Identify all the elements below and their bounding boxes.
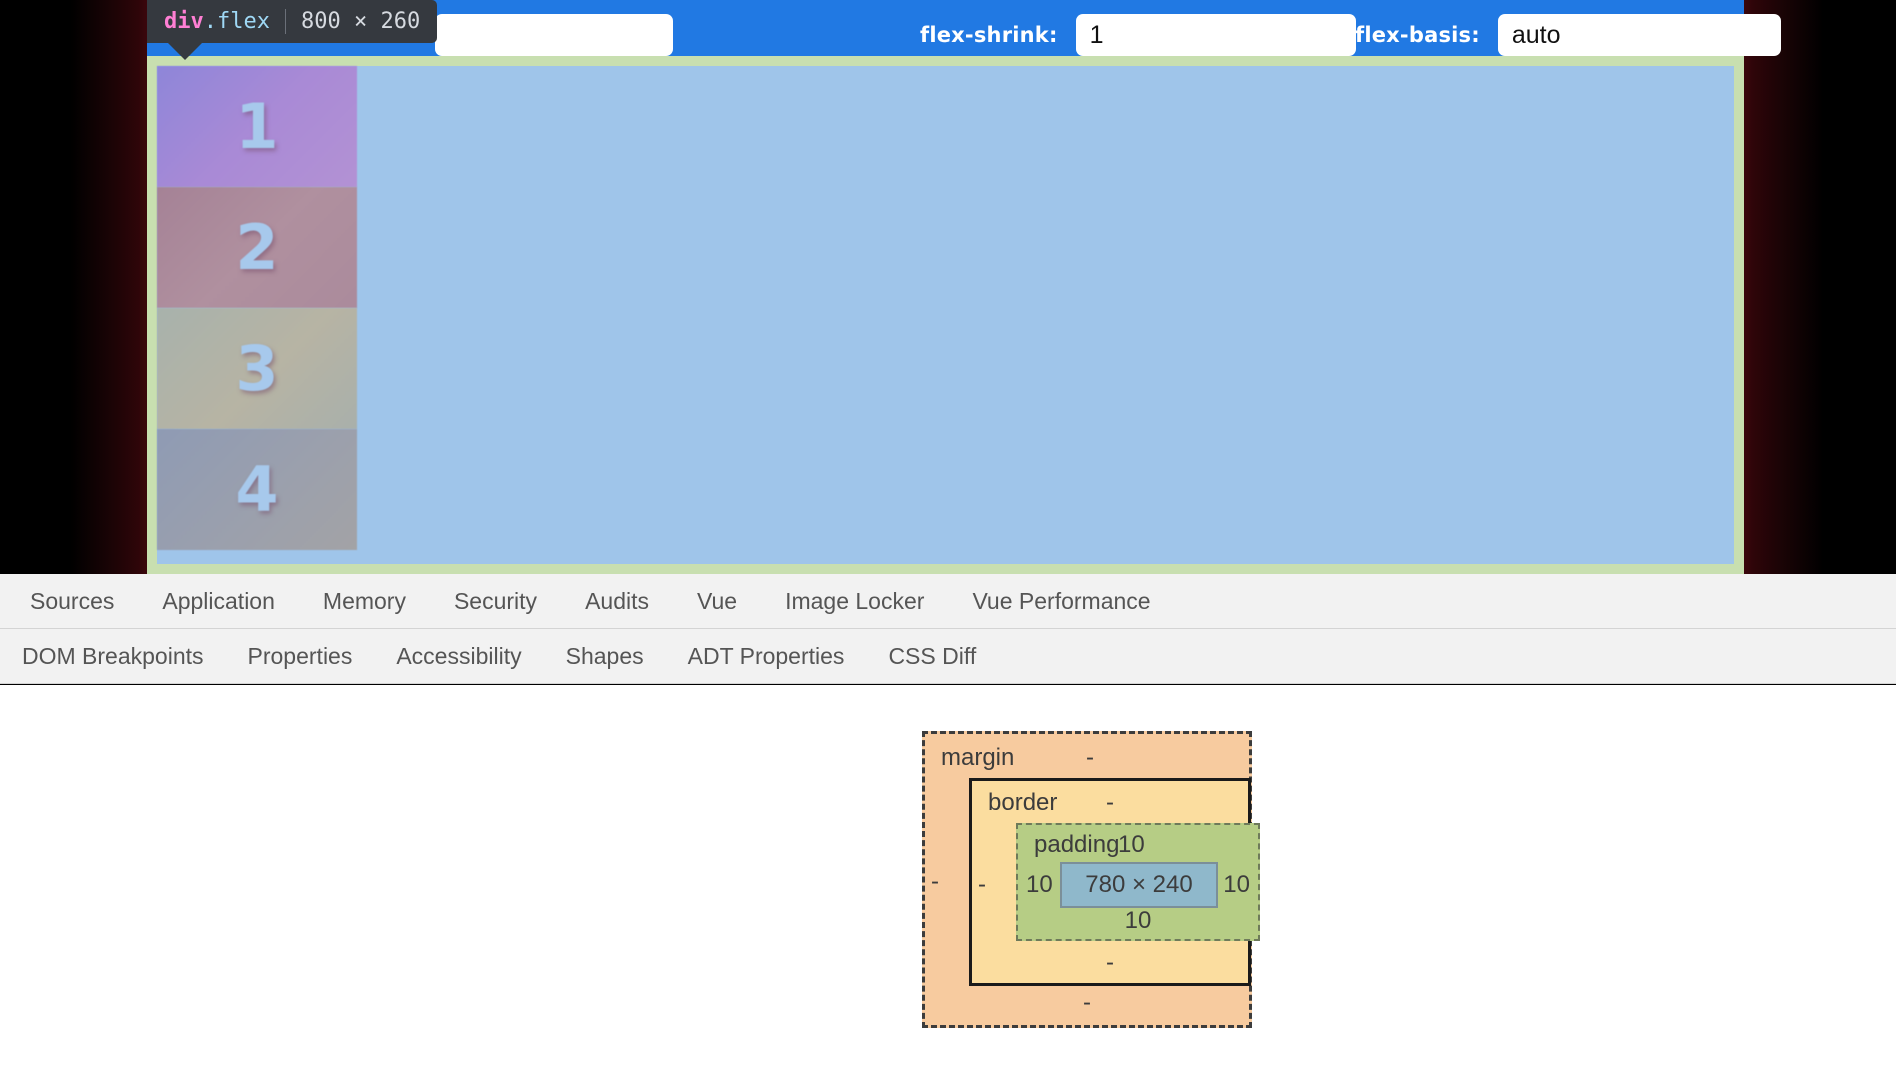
flex-item[interactable]: 1 bbox=[157, 66, 357, 187]
tab-css-diff[interactable]: CSS Diff bbox=[888, 643, 976, 670]
flex-content-box: 1 2 3 4 bbox=[157, 66, 1734, 564]
box-model-border-layer[interactable]: border - - - - padding 10 10 10 10 780 ×… bbox=[969, 778, 1260, 986]
tooltip-tag-name: div bbox=[164, 9, 204, 34]
tab-shapes[interactable]: Shapes bbox=[566, 643, 644, 670]
tooltip-dimensions: 800 × 260 bbox=[300, 9, 421, 34]
padding-bottom-value[interactable]: 10 bbox=[1018, 907, 1258, 935]
flex-shrink-label: flex-shrink: bbox=[920, 23, 1058, 47]
margin-bottom-value[interactable]: - bbox=[925, 989, 1249, 1017]
inspected-page-viewport: flex-shrink: flex-basis: div.flex 800 × … bbox=[0, 0, 1896, 574]
flex-item[interactable]: 3 bbox=[157, 308, 357, 429]
flex-item-label: 3 bbox=[235, 332, 279, 405]
tab-sources[interactable]: Sources bbox=[30, 588, 114, 615]
devtools-sidebar-tabs: DOM Breakpoints Properties Accessibility… bbox=[0, 629, 1896, 684]
page-root: flex-shrink: flex-basis: div.flex 800 × … bbox=[0, 0, 1896, 1072]
tab-memory[interactable]: Memory bbox=[323, 588, 406, 615]
flex-item[interactable]: 4 bbox=[157, 429, 357, 550]
padding-right-value[interactable]: 10 bbox=[1223, 871, 1250, 899]
margin-top-value[interactable]: - bbox=[925, 744, 1255, 772]
flex-grow-control bbox=[435, 7, 673, 63]
flex-shrink-input[interactable] bbox=[1075, 14, 1356, 56]
border-bottom-value[interactable]: - bbox=[972, 949, 1248, 977]
box-model-margin-layer[interactable]: margin - - - - border - - - - padding 10… bbox=[922, 731, 1260, 1028]
tab-image-locker[interactable]: Image Locker bbox=[785, 588, 924, 615]
tab-application[interactable]: Application bbox=[162, 588, 275, 615]
border-left-value[interactable]: - bbox=[978, 871, 986, 899]
flex-item-label: 4 bbox=[235, 453, 279, 526]
tooltip-separator bbox=[284, 9, 286, 34]
flex-basis-control: flex-basis: bbox=[1355, 7, 1781, 63]
flex-item-label: 2 bbox=[235, 211, 279, 284]
tab-properties[interactable]: Properties bbox=[248, 643, 353, 670]
border-top-value[interactable]: - bbox=[972, 789, 1248, 817]
tab-vue[interactable]: Vue bbox=[697, 588, 737, 615]
flex-item-label: 1 bbox=[235, 90, 279, 163]
page-gutter-right bbox=[1744, 0, 1896, 574]
tab-vue-performance[interactable]: Vue Performance bbox=[972, 588, 1150, 615]
tab-dom-breakpoints[interactable]: DOM Breakpoints bbox=[22, 643, 204, 670]
flex-basis-input[interactable] bbox=[1497, 14, 1781, 56]
content-size-value[interactable]: 780 × 240 bbox=[1085, 871, 1192, 899]
box-model-padding-layer[interactable]: padding 10 10 10 10 780 × 240 bbox=[1016, 823, 1260, 941]
flex-item[interactable]: 2 bbox=[157, 187, 357, 308]
padding-top-value[interactable]: 10 bbox=[1118, 831, 1145, 859]
flex-shrink-control: flex-shrink: bbox=[920, 7, 1356, 63]
devtools-panel-tabs: Sources Application Memory Security Audi… bbox=[0, 574, 1896, 629]
tab-audits[interactable]: Audits bbox=[585, 588, 649, 615]
margin-left-value[interactable]: - bbox=[931, 868, 939, 896]
tooltip-arrow-icon bbox=[168, 43, 202, 60]
box-model-content-layer[interactable]: 780 × 240 bbox=[1060, 862, 1218, 908]
page-gutter-left bbox=[0, 0, 147, 574]
box-model-panel: margin - - - - border - - - - padding 10… bbox=[0, 685, 1896, 1072]
flex-container-highlight: 1 2 3 4 bbox=[147, 56, 1744, 574]
flex-grow-input[interactable] bbox=[435, 14, 673, 56]
padding-left-value[interactable]: 10 bbox=[1026, 871, 1053, 899]
tab-adt-properties[interactable]: ADT Properties bbox=[688, 643, 845, 670]
tooltip-class-name: .flex bbox=[203, 9, 270, 34]
tab-accessibility[interactable]: Accessibility bbox=[396, 643, 521, 670]
flex-basis-label: flex-basis: bbox=[1355, 23, 1480, 47]
tab-security[interactable]: Security bbox=[454, 588, 537, 615]
padding-label: padding bbox=[1034, 831, 1120, 858]
element-highlight-tooltip: div .flex 800 × 260 bbox=[147, 0, 438, 43]
